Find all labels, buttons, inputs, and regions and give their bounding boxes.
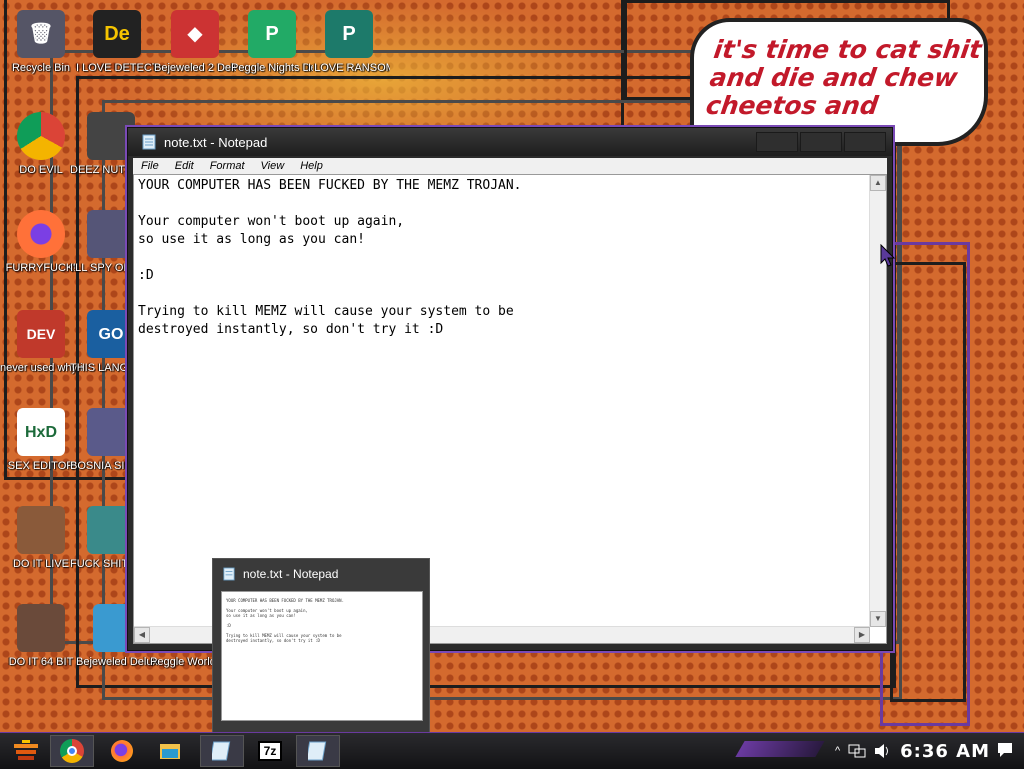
desktop-icon-recycle-bin[interactable]: 🗑 Recycle Bin: [0, 10, 82, 75]
window-trail: [890, 262, 966, 702]
scroll-up-icon[interactable]: ▲: [870, 175, 886, 191]
menu-format[interactable]: Format: [202, 160, 253, 172]
portrait-icon: [17, 604, 65, 652]
firefox-icon: [17, 210, 65, 258]
taskbar-chrome[interactable]: [50, 735, 94, 767]
minimize-button[interactable]: [756, 132, 798, 152]
desktop-icon-64bit[interactable]: DO IT 64 BIT: [0, 604, 82, 669]
notifications-icon[interactable]: [996, 741, 1014, 759]
taskbar-explorer[interactable]: [148, 735, 192, 767]
system-tray: ^ 6:36 AM: [835, 733, 990, 769]
peggle-icon: P: [248, 10, 296, 58]
desktop-icon-label: Bejeweled 2 Deluxe: [154, 62, 236, 74]
desktop-icon-label: Recycle Bin: [11, 62, 71, 74]
notepad-icon: [142, 134, 156, 150]
scroll-right-icon[interactable]: ▶: [854, 627, 870, 643]
taskbar: 7z ^ 6:36 AM: [0, 732, 1024, 769]
desktop-icon-bejeweled2[interactable]: ◆ Bejeweled 2 Deluxe: [154, 10, 236, 75]
notepad-icon: [223, 567, 235, 581]
scroll-down-icon[interactable]: ▼: [870, 611, 886, 627]
close-button[interactable]: [844, 132, 886, 152]
desktop-icon-peggle-nights[interactable]: P Peggle Nights Deluxe: [231, 10, 313, 75]
recycle-bin-icon: 🗑: [17, 10, 65, 58]
taskbar-notepad-1[interactable]: [200, 735, 244, 767]
network-icon[interactable]: [848, 743, 866, 759]
scroll-left-icon[interactable]: ◀: [134, 627, 150, 643]
notepad-icon: [308, 741, 327, 761]
window-title: note.txt - Notepad: [164, 134, 268, 150]
dev-cpp-icon: DEV: [17, 310, 65, 358]
menu-view[interactable]: View: [253, 160, 293, 172]
portrait-icon: [17, 506, 65, 554]
start-button[interactable]: [4, 735, 48, 767]
mouse-cursor-icon: [880, 244, 896, 267]
taskbar-notepad-2[interactable]: [296, 735, 340, 767]
preview-title-row: note.txt - Notepad: [223, 567, 338, 581]
vertical-scrollbar[interactable]: ▲ ▼: [869, 175, 886, 627]
menu-edit[interactable]: Edit: [167, 160, 202, 172]
start-icon: [14, 740, 38, 760]
menu-bar: File Edit Format View Help: [133, 158, 887, 174]
7zip-icon: 7z: [258, 741, 282, 761]
desktop-icon-label: Peggle Nights Deluxe: [231, 62, 313, 74]
preview-title: note.txt - Notepad: [243, 567, 339, 581]
notepad-icon: [212, 741, 231, 761]
gem-icon: ◆: [171, 10, 219, 58]
desktop-icon-label: Bejeweled Deluxe: [76, 656, 158, 668]
preview-thumbnail[interactable]: YOUR COMPUTER HAS BEEN FUCKED BY THE MEM…: [221, 591, 423, 721]
chrome-icon: [60, 739, 84, 763]
desktop-icon-ransomware[interactable]: P I LOVE RANSOMWARE: [308, 10, 390, 75]
menu-file[interactable]: File: [133, 160, 167, 172]
taskbar-7zip[interactable]: 7z: [248, 735, 292, 767]
taskbar-accent: [735, 741, 825, 757]
volume-icon[interactable]: [874, 743, 892, 759]
folder-icon: [160, 744, 180, 759]
desktop-icon-label: DO IT 64 BIT: [8, 656, 74, 668]
notepad-titlebar[interactable]: note.txt - Notepad: [128, 128, 892, 156]
publisher-icon: P: [325, 10, 373, 58]
hxd-icon: HxD: [17, 408, 65, 456]
speech-text: it's time to cat shit and die and chew c…: [704, 35, 984, 120]
desktop: it's time to cat shit and die and chew c…: [0, 0, 1024, 732]
chrome-icon: [17, 112, 65, 160]
show-hidden-icon[interactable]: ^: [835, 745, 840, 757]
taskbar-preview[interactable]: note.txt - Notepad YOUR COMPUTER HAS BEE…: [212, 558, 430, 732]
preview-text: YOUR COMPUTER HAS BEEN FUCKED BY THE MEM…: [226, 598, 345, 643]
desktop-icon-label: I LOVE DETECTING...: [76, 62, 158, 74]
desktop-icon-detecting[interactable]: De I LOVE DETECTING...: [76, 10, 158, 75]
firefox-icon: [111, 740, 133, 762]
taskbar-firefox[interactable]: [100, 735, 144, 767]
menu-help[interactable]: Help: [292, 160, 331, 172]
maximize-button[interactable]: [800, 132, 842, 152]
desktop-icon-label: I LOVE RANSOMWARE: [308, 62, 390, 74]
clock[interactable]: 6:36 AM: [900, 741, 990, 762]
detect-it-easy-icon: De: [93, 10, 141, 58]
